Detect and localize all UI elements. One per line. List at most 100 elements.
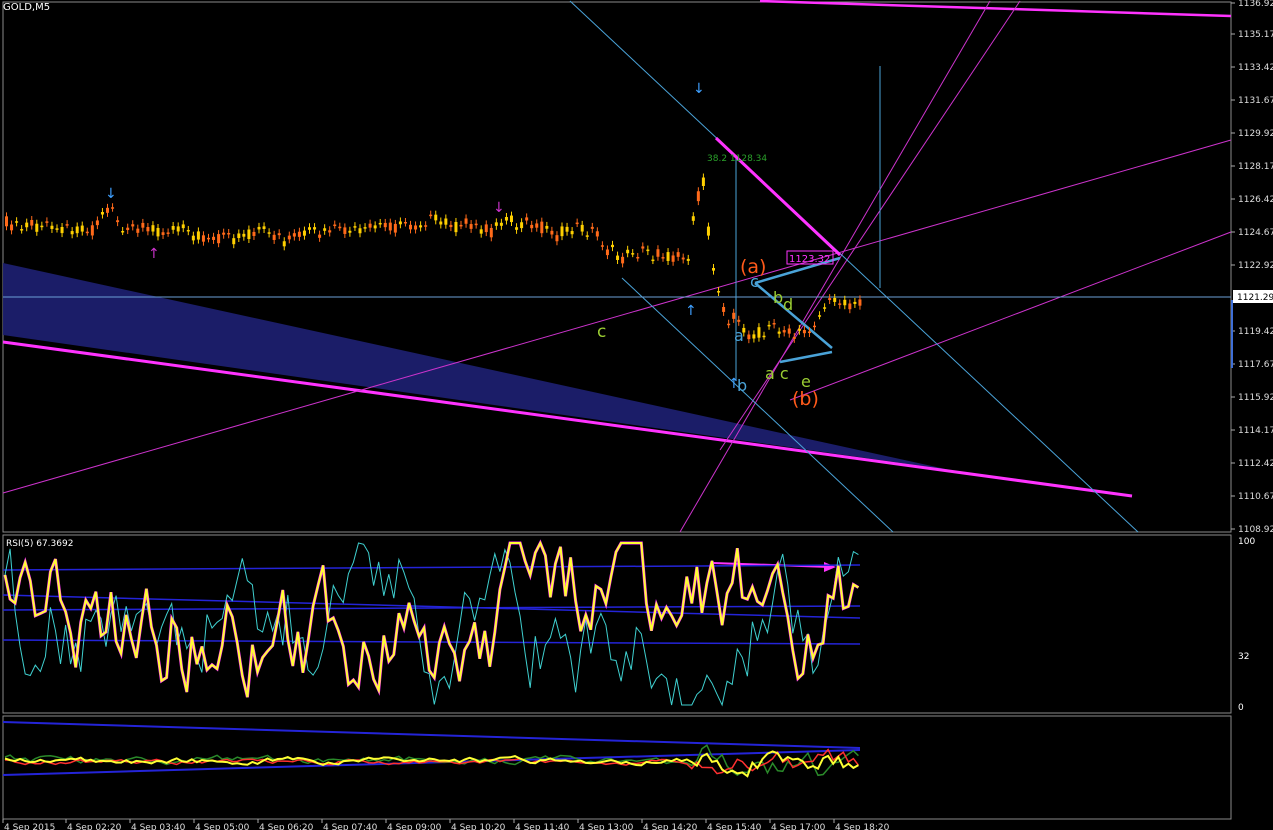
- candle-body: [308, 227, 311, 230]
- candle-body: [540, 221, 544, 234]
- price-tick: 1126.42: [1238, 195, 1273, 205]
- candle-body: [429, 214, 433, 217]
- candle-body: [616, 255, 620, 260]
- rsi-divergence-arrowhead: [824, 562, 836, 572]
- candle-body: [90, 225, 94, 236]
- candle-body: [767, 324, 771, 327]
- candle-body: [393, 223, 397, 233]
- candle-body: [464, 218, 468, 224]
- candle-body: [600, 245, 604, 247]
- candle-body: [550, 230, 554, 235]
- oscillator-lines[interactable]: [2, 721, 861, 778]
- candle-body: [530, 224, 534, 229]
- candle-body: [636, 256, 640, 259]
- candle-body: [207, 237, 210, 240]
- candle-body: [510, 215, 513, 223]
- candle-body: [479, 229, 483, 234]
- cyan-trendline-2[interactable]: [621, 277, 894, 533]
- oscillator-panel[interactable]: [2, 715, 1232, 820]
- candle-body: [792, 337, 796, 339]
- price-tick: 1136.92: [1238, 0, 1273, 9]
- candle-body: [621, 256, 625, 264]
- candle-body: [227, 232, 231, 235]
- candle-body: [858, 299, 862, 306]
- candle-body: [40, 225, 44, 228]
- wave-label-b-paren: (b): [792, 388, 819, 410]
- trendline-upper-magenta[interactable]: [759, 0, 1232, 18]
- candle-body: [70, 231, 74, 235]
- candle-body: [525, 217, 529, 221]
- triangle-lower-line[interactable]: [779, 350, 833, 364]
- candle-body: [131, 224, 135, 227]
- time-tick: 4 Sep 02:20: [67, 823, 122, 830]
- osc-band-upper: [2, 721, 861, 749]
- price-tick: 1114.17: [1238, 426, 1273, 436]
- candle-body: [570, 231, 574, 235]
- candle-body: [681, 257, 685, 260]
- candle-body: [484, 224, 488, 233]
- candle-body: [454, 221, 458, 233]
- wave-label-d: d: [783, 295, 793, 314]
- price-tick: 1115.92: [1238, 393, 1273, 403]
- candle-body: [797, 328, 801, 331]
- candle-body: [257, 226, 261, 230]
- candle-body: [474, 223, 478, 226]
- candle-body: [666, 252, 670, 261]
- price-tick: 1122.92: [1238, 261, 1273, 271]
- candle-body: [353, 226, 357, 228]
- rsi-bands: [2, 564, 861, 645]
- candle-body: [434, 214, 438, 221]
- time-axis[interactable]: 4 Sep 2015 4 Sep 02:20 4 Sep 03:40 4 Sep 05…: [2, 819, 890, 830]
- candle-body: [661, 257, 665, 259]
- candle-body: [782, 330, 786, 333]
- time-tick: 4 Sep 2015: [4, 823, 55, 830]
- time-tick: 4 Sep 17:00: [771, 823, 826, 830]
- trading-chart[interactable]: ↓ ↓ ↑ ↓ ↑ ↑ GOLD,M5 38.2 1128.34 1123.32…: [0, 0, 1273, 830]
- candle-body: [45, 221, 49, 223]
- down-arrow-icon: ↓: [105, 186, 117, 202]
- candle-body: [287, 235, 291, 240]
- candle-body: [363, 227, 367, 229]
- price-axis[interactable]: 1136.92 1135.17 1133.42 1131.67 1129.92 1128.…: [1231, 0, 1273, 535]
- rsi-tick-32: 32: [1238, 652, 1249, 662]
- candle-body: [403, 221, 407, 224]
- candle-body: [65, 224, 69, 226]
- candle-body: [676, 252, 680, 257]
- candle-body: [590, 226, 594, 229]
- candle-body: [732, 312, 736, 319]
- candle-body: [116, 220, 120, 223]
- candle-body: [262, 226, 266, 229]
- candle-body: [818, 315, 822, 317]
- main-chart-panel[interactable]: [2, 1, 1232, 533]
- price-tick: 1112.42: [1238, 459, 1273, 469]
- candle-body: [161, 232, 165, 235]
- candle-body: [545, 225, 549, 229]
- trendline-lower-magenta[interactable]: [2, 340, 1133, 498]
- candle-body: [696, 191, 700, 202]
- candle-body: [297, 231, 301, 237]
- time-tick: 4 Sep 13:00: [579, 823, 634, 830]
- candle-body: [691, 216, 695, 221]
- candle-body: [555, 235, 559, 242]
- pitchfork-line-2[interactable]: [789, 231, 1232, 401]
- candle-body: [242, 233, 246, 237]
- candle-body: [762, 335, 766, 338]
- candle-body: [222, 232, 226, 235]
- candle-body: [35, 223, 39, 232]
- candle-body: [560, 226, 564, 237]
- rsi-title: RSI(5) 67.3692: [6, 539, 73, 549]
- candle-body: [15, 221, 19, 223]
- time-tick: 4 Sep 06:20: [259, 823, 314, 830]
- candle-body: [853, 301, 857, 304]
- candle-body: [343, 227, 347, 234]
- candle-body: [414, 225, 418, 230]
- candle-body: [111, 207, 115, 209]
- current-price-label: 1121.29: [1237, 293, 1273, 303]
- candle-body: [252, 231, 256, 236]
- candle-body: [181, 224, 185, 229]
- candle-body: [141, 222, 145, 228]
- candle-body: [373, 225, 377, 229]
- candle-body: [196, 231, 200, 240]
- candle-body: [217, 234, 221, 244]
- candle-body: [489, 227, 493, 238]
